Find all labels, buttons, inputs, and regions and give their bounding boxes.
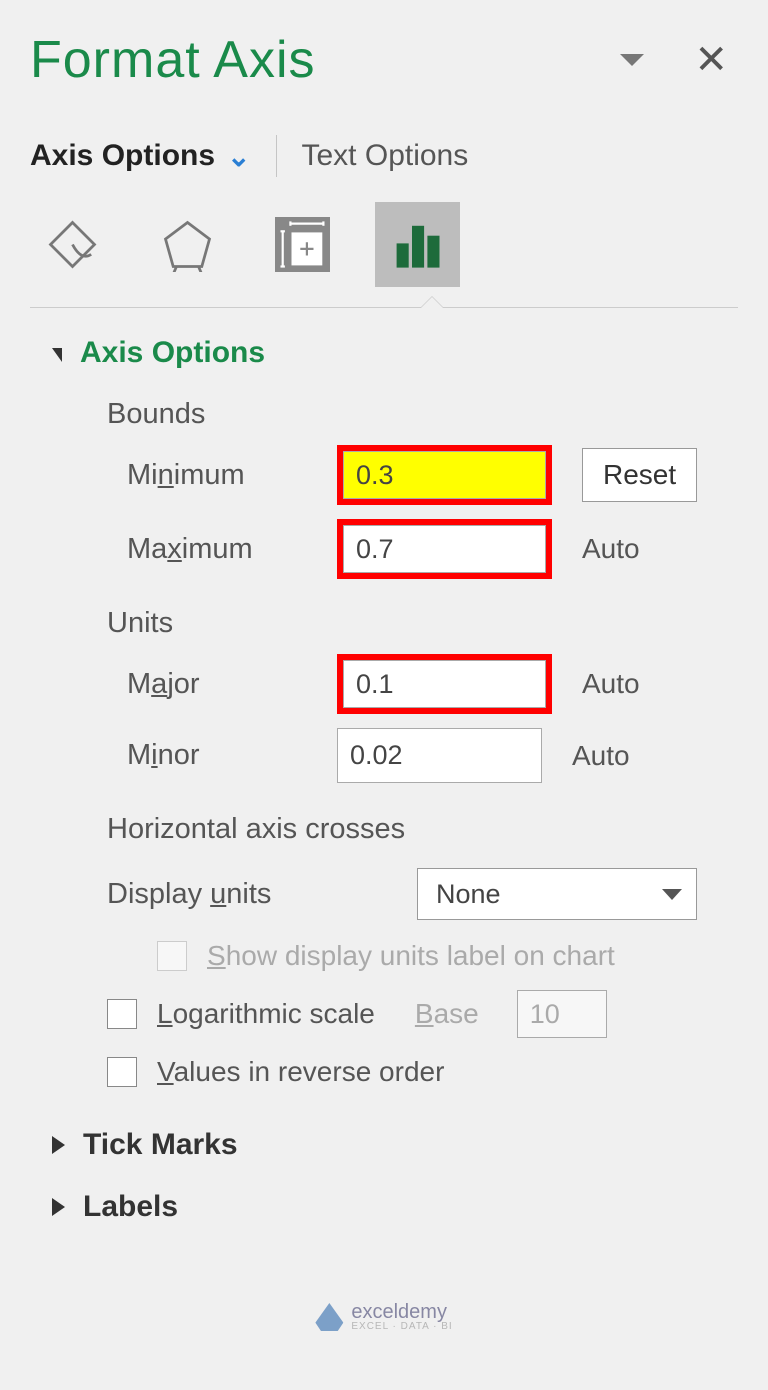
display-units-label: Display units — [107, 878, 417, 911]
section-tick-marks-toggle[interactable]: Tick Marks — [52, 1128, 738, 1162]
section-labels-title: Labels — [83, 1190, 178, 1224]
bounds-label: Bounds — [107, 398, 738, 431]
section-tick-marks-title: Tick Marks — [83, 1128, 238, 1162]
minor-input[interactable] — [337, 728, 542, 783]
section-axis-options-toggle[interactable]: Axis Options — [52, 336, 738, 370]
watermark-logo-icon — [315, 1303, 343, 1331]
section-axis-options-title: Axis Options — [80, 336, 265, 370]
tab-divider — [276, 135, 277, 177]
minimum-reset-button[interactable]: Reset — [582, 448, 697, 502]
axis-options-icon[interactable] — [375, 202, 460, 287]
separator — [30, 307, 738, 308]
fill-line-icon[interactable] — [30, 202, 115, 287]
horizontal-axis-crosses-label: Horizontal axis crosses — [107, 813, 738, 846]
minimum-label: Minimum — [127, 459, 337, 492]
pane-title: Format Axis — [30, 30, 316, 90]
tab-text-options[interactable]: Text Options — [302, 139, 469, 173]
reverse-order-label: Values in reverse order — [157, 1056, 444, 1088]
display-units-value: None — [436, 879, 501, 910]
base-label: Base — [415, 998, 479, 1030]
expand-icon — [52, 1136, 65, 1154]
chevron-down-icon: ⌄ — [227, 140, 250, 173]
minimum-input[interactable] — [343, 451, 546, 499]
collapse-icon — [52, 348, 62, 362]
size-properties-icon[interactable] — [260, 202, 345, 287]
minor-auto-label: Auto — [572, 740, 630, 772]
show-units-label: Show display units label on chart — [207, 940, 615, 972]
watermark-sub: EXCEL · DATA · BI — [351, 1322, 452, 1332]
units-label: Units — [107, 607, 738, 640]
maximum-input[interactable] — [343, 525, 546, 573]
log-scale-checkbox[interactable] — [107, 999, 137, 1029]
pane-options-dropdown[interactable] — [620, 54, 644, 66]
section-labels-toggle[interactable]: Labels — [52, 1190, 738, 1224]
base-input — [517, 990, 607, 1038]
tab-axis-options-label: Axis Options — [30, 139, 215, 173]
log-scale-label: Logarithmic scale — [157, 998, 375, 1030]
maximum-auto-label: Auto — [582, 533, 640, 565]
tab-axis-options[interactable]: Axis Options ⌄ — [30, 139, 251, 173]
watermark: exceldemy EXCEL · DATA · BI — [315, 1302, 452, 1332]
major-label: Major — [127, 668, 337, 701]
effects-icon[interactable] — [145, 202, 230, 287]
expand-icon — [52, 1198, 65, 1216]
watermark-main: exceldemy — [351, 1302, 452, 1322]
major-auto-label: Auto — [582, 668, 640, 700]
dropdown-caret-icon — [662, 889, 682, 900]
display-units-dropdown[interactable]: None — [417, 868, 697, 920]
show-units-checkbox — [157, 941, 187, 971]
maximum-label: Maximum — [127, 533, 337, 566]
reverse-order-checkbox[interactable] — [107, 1057, 137, 1087]
major-input[interactable] — [343, 660, 546, 708]
minor-label: Minor — [127, 739, 337, 772]
close-icon[interactable]: ✕ — [694, 40, 728, 80]
